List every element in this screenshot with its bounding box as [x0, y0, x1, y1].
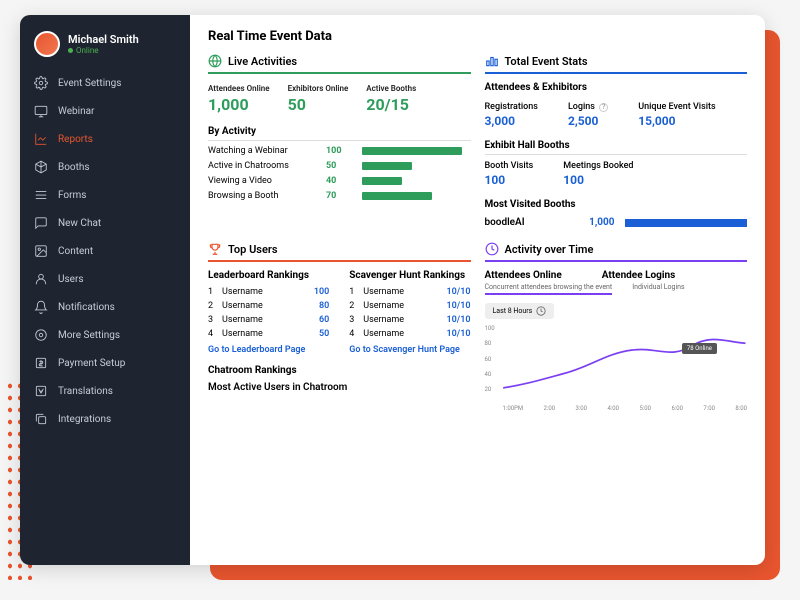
bell-icon [34, 300, 48, 314]
copy-icon [34, 412, 48, 426]
stat-block: Booth Visits100 [485, 161, 534, 187]
live-title: Live Activities [228, 55, 297, 68]
attendee-logins-title: Attendee Logins [602, 270, 675, 281]
rank-row: 4Username10/10 [349, 329, 470, 339]
avatar [34, 31, 60, 57]
stat-block: Registrations3,000 [485, 102, 538, 128]
activity-time-panel: Activity over Time Attendees Online Atte… [485, 242, 748, 412]
monitor-icon [34, 104, 48, 118]
list-icon [34, 188, 48, 202]
live-stat: Active Booths20/15 [366, 84, 416, 114]
chatroom-title: Chatroom Rankings [208, 365, 471, 376]
nav-translations[interactable]: Translations [20, 377, 190, 405]
user-icon [34, 272, 48, 286]
attendees-online-title: Attendees Online [485, 270, 562, 281]
rank-row: 3Username60 [208, 315, 329, 325]
stats-title: Total Event Stats [505, 55, 588, 68]
rank-row: 2Username10/10 [349, 301, 470, 311]
scavenger-title: Scavenger Hunt Rankings [349, 270, 470, 281]
nav-forms[interactable]: Forms [20, 181, 190, 209]
attendee-logins-sub: Individual Logins [632, 283, 684, 295]
globe-icon [208, 54, 222, 68]
activity-row: Viewing a Video40 [208, 176, 471, 186]
rank-row: 2Username80 [208, 301, 329, 311]
rank-row: 1Username100 [208, 287, 329, 297]
nav-users[interactable]: Users [20, 265, 190, 293]
sidebar: Michael Smith Online Event SettingsWebin… [20, 15, 190, 565]
rank-row: 1Username10/10 [349, 287, 470, 297]
nav-reports[interactable]: Reports [20, 125, 190, 153]
most-visited-title: Most Visited Booths [485, 199, 748, 213]
gear2-icon [34, 328, 48, 342]
booths-title: Exhibit Hall Booths [485, 140, 748, 155]
leaderboard-title: Leaderboard Rankings [208, 270, 329, 281]
booth-bar [625, 219, 748, 227]
cube-icon [34, 160, 48, 174]
leaderboard-link[interactable]: Go to Leaderboard Page [208, 345, 329, 355]
users-title: Top Users [228, 243, 277, 256]
nav-notifications[interactable]: Notifications [20, 293, 190, 321]
chat-icon [34, 216, 48, 230]
main-content: Real Time Event Data Live Activities Att… [190, 15, 765, 565]
activity-row: Active in Chatrooms50 [208, 161, 471, 171]
nav-payment-setup[interactable]: Payment Setup [20, 349, 190, 377]
stat-block: Meetings Booked100 [563, 161, 633, 187]
by-activity-title: By Activity [208, 126, 471, 141]
trophy-icon [208, 242, 222, 256]
dollar-icon [34, 356, 48, 370]
clock-icon [485, 242, 499, 256]
total-stats-panel: Total Event Stats Attendees & Exhibitors… [485, 54, 748, 228]
app-window: Michael Smith Online Event SettingsWebin… [20, 15, 765, 565]
bar-chart-icon [485, 54, 499, 68]
live-stat: Exhibitors Online50 [288, 84, 349, 114]
time-filter[interactable]: Last 8 Hours [485, 303, 555, 319]
activity-row: Browsing a Booth70 [208, 191, 471, 201]
rank-row: 4Username50 [208, 329, 329, 339]
top-users-panel: Top Users Leaderboard Rankings 1Username… [208, 242, 471, 412]
live-activities-panel: Live Activities Attendees Online1,000 Exh… [208, 54, 471, 228]
page-title: Real Time Event Data [208, 29, 747, 44]
nav-event-settings[interactable]: Event Settings [20, 69, 190, 97]
clock-small-icon [536, 306, 546, 316]
image-icon [34, 244, 48, 258]
profile-name: Michael Smith [68, 33, 139, 46]
attendees-online-sub: Concurrent attendees browsing the event [485, 283, 613, 295]
nav-content[interactable]: Content [20, 237, 190, 265]
nav-webinar[interactable]: Webinar [20, 97, 190, 125]
chatroom-subtitle: Most Active Users in Chatroom [208, 382, 471, 393]
chart-icon [34, 132, 48, 146]
gear-icon [34, 76, 48, 90]
nav-more-settings[interactable]: More Settings [20, 321, 190, 349]
activity-title: Activity over Time [505, 243, 594, 256]
rank-row: 3Username10/10 [349, 315, 470, 325]
stat-block: Unique Event Visits15,000 [638, 102, 715, 128]
profile[interactable]: Michael Smith Online [20, 27, 190, 69]
stat-block: Logins ?2,500 [568, 102, 608, 128]
nav-new-chat[interactable]: New Chat [20, 209, 190, 237]
profile-status: Online [68, 46, 139, 55]
line-chart: 10080604020 78 Online [485, 325, 748, 405]
scavenger-link[interactable]: Go to Scavenger Hunt Page [349, 345, 470, 355]
nav-booths[interactable]: Booths [20, 153, 190, 181]
attendees-title: Attendees & Exhibitors [485, 82, 748, 96]
live-stat: Attendees Online1,000 [208, 84, 270, 114]
booth-row: boodleAI 1,000 [485, 217, 748, 228]
chart-badge: 78 Online [682, 343, 717, 354]
activity-row: Watching a Webinar100 [208, 146, 471, 156]
lang-icon [34, 384, 48, 398]
nav-integrations[interactable]: Integrations [20, 405, 190, 433]
